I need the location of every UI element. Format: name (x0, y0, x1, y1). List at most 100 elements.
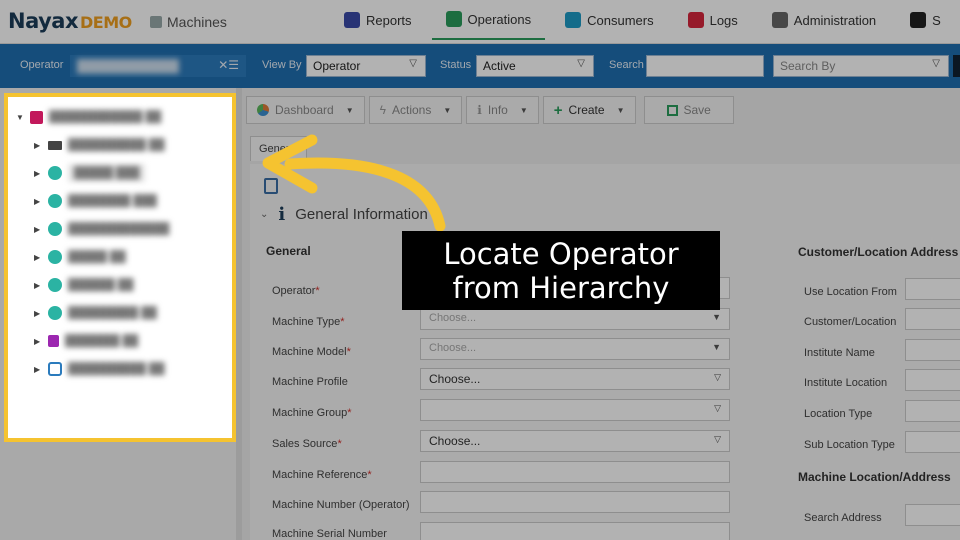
nav-operations[interactable]: Operations (431, 0, 546, 40)
sales-source-select[interactable]: Choose... ▽ (420, 430, 730, 452)
nayax-logo[interactable]: Nayax DEMO (8, 9, 132, 33)
machine-reference-input[interactable] (420, 461, 730, 483)
chevron-down-icon: ▼ (443, 105, 452, 115)
machine-number-input[interactable] (420, 491, 730, 513)
view-by-select[interactable]: Operator ▽ (306, 55, 426, 77)
nav-label: Logs (709, 12, 738, 28)
dashboard-button[interactable]: Dashboard ▼ (246, 96, 365, 124)
clear-list-icon[interactable]: ✕☰ (218, 58, 239, 72)
tree-node[interactable]: ▶ ███████ ██ (16, 327, 232, 355)
nav-label: Reports (366, 12, 412, 28)
tree-root[interactable]: ▼ ████████████ ██ (16, 103, 232, 131)
label-text: Machine Number (Operator) (272, 499, 410, 511)
label-text: Machine Model (272, 346, 347, 358)
institute-name-label: Institute Name (804, 347, 875, 359)
form-content: ⌄ i General Information General Operator… (250, 164, 960, 540)
nav-consumers[interactable]: Consumers (551, 0, 667, 40)
tree-node[interactable]: ▶ ████████ ███ (16, 187, 232, 215)
tree-node[interactable]: ▶ ██████ ██ (16, 271, 232, 299)
tree-node-label-blurred: █████ ██ (68, 251, 126, 263)
required-mark: * (340, 316, 345, 328)
customer-location-label: Customer/Location (804, 316, 897, 328)
tree-node-label-blurred: ██████ ██ (68, 279, 134, 291)
save-button[interactable]: Save (643, 96, 734, 124)
use-location-from-select[interactable] (905, 278, 960, 300)
create-button[interactable]: + Create ▼ (542, 96, 636, 124)
status-select[interactable]: Active ▽ (476, 55, 594, 77)
machine-location-heading: Machine Location/Address (798, 470, 951, 484)
machine-serial-label: Machine Serial Number (272, 528, 387, 540)
info-icon: ℹ (477, 103, 482, 117)
search-by-select[interactable]: Search By ▽ (773, 55, 949, 77)
machine-profile-select[interactable]: Choose... ▽ (420, 368, 730, 390)
breadcrumb: Machines (150, 14, 227, 30)
institute-name-input[interactable] (905, 339, 960, 361)
tree-node[interactable]: ▶ ██████████ ██ (16, 355, 232, 383)
folder-icon (48, 140, 62, 150)
nav-settings[interactable]: S (896, 0, 955, 40)
machine-model-select[interactable]: Choose... ▼ (420, 338, 730, 360)
caret-right-icon: ▶ (34, 168, 41, 178)
brand-suffix: DEMO (80, 13, 132, 32)
operator-icon (48, 306, 62, 320)
customer-location-input[interactable] (905, 308, 960, 330)
status-value: Active (483, 59, 516, 73)
label-text: Machine Group (272, 407, 348, 419)
callout-line-1: Locate Operator (443, 237, 679, 271)
institute-location-input[interactable] (905, 369, 960, 391)
caret-right-icon: ▶ (34, 224, 41, 234)
section-title: General Information (295, 206, 428, 223)
operator-selector[interactable]: ████████████ ✕☰ (70, 55, 246, 77)
machine-profile-label: Machine Profile (272, 376, 348, 388)
machine-group-label: Machine Group* (272, 407, 352, 419)
select-value: Choose... (429, 372, 481, 386)
filter-bar: Operator ████████████ ✕☰ View By Operato… (0, 44, 960, 88)
settings-icon (910, 12, 927, 28)
operator-label: Operator (20, 59, 64, 71)
tab-general[interactable]: General (250, 136, 308, 161)
tree-node[interactable]: ▶ █████████ ██ (16, 299, 232, 327)
section-header[interactable]: ⌄ i General Information (260, 204, 428, 225)
chevron-down-icon: ⌄ (260, 209, 269, 220)
nav-reports[interactable]: Reports (330, 0, 426, 40)
info-button[interactable]: ℹ Info ▼ (466, 96, 539, 124)
search-address-input[interactable] (905, 504, 960, 526)
tree-node-selected[interactable]: ▶ █████ ███ (16, 159, 232, 187)
sub-location-type-label: Sub Location Type (804, 439, 895, 451)
tree-node[interactable]: ▶ █████ ██ (16, 243, 232, 271)
actions-button[interactable]: ϟ Actions ▼ (368, 96, 463, 124)
machine-serial-input[interactable] (420, 522, 730, 540)
required-mark: * (346, 346, 351, 358)
info-label: Info (487, 103, 508, 117)
nav-label: Administration (793, 12, 877, 28)
tree-node-label-blurred: █████████████ (68, 223, 170, 235)
tree-node[interactable]: ▶ ██████████ ██ (16, 131, 232, 159)
caret-down-icon: ▼ (16, 112, 24, 122)
machine-icon (150, 16, 162, 28)
search-button[interactable] (953, 55, 960, 77)
nav-logs[interactable]: Logs (674, 0, 752, 40)
machine-reference-label: Machine Reference* (272, 469, 372, 481)
operator-icon (48, 166, 62, 180)
caret-right-icon: ▶ (34, 252, 41, 262)
consumers-icon (565, 12, 582, 28)
machine-number-label: Machine Number (Operator) (272, 499, 410, 511)
logs-icon (687, 12, 704, 28)
machine-group-select[interactable]: ▽ (420, 399, 730, 421)
label-text: Machine Type (272, 316, 341, 328)
machine-type-select[interactable]: Choose... ▼ (420, 308, 730, 330)
label-text: Sales Source (272, 438, 338, 450)
save-icon (666, 104, 678, 116)
label-text: Machine Serial Number (272, 528, 387, 540)
search-input[interactable] (646, 55, 764, 77)
chevron-down-icon: ▼ (712, 342, 721, 352)
nav-administration[interactable]: Administration (758, 0, 890, 40)
chevron-down-icon: ▽ (577, 58, 585, 69)
tree-node[interactable]: ▶ █████████████ (16, 215, 232, 243)
main-area: Dashboard ▼ ϟ Actions ▼ ℹ Info ▼ + Create ▼ Sav… (242, 88, 960, 540)
sub-location-type-select[interactable] (905, 431, 960, 453)
location-type-select[interactable] (905, 400, 960, 422)
select-value: Choose... (429, 342, 477, 354)
chevron-down-icon: ▽ (714, 434, 721, 444)
top-navigation-bar: Nayax DEMO Machines Reports Operations Co… (0, 0, 960, 44)
